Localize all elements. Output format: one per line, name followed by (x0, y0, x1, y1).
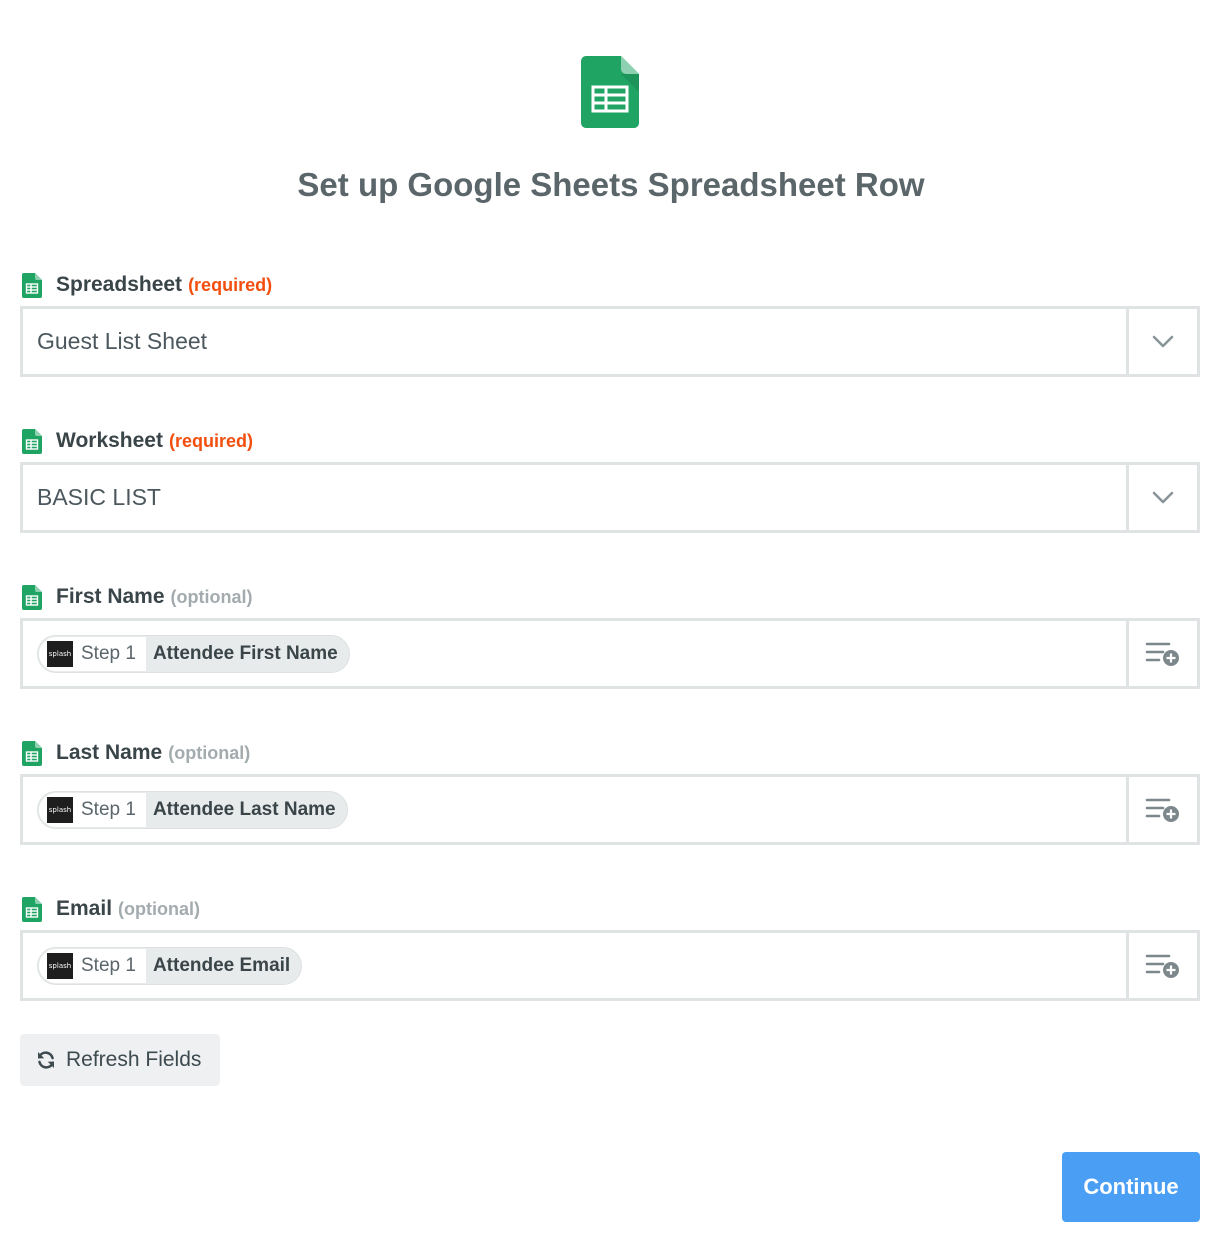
field-label-text: Email (56, 897, 113, 920)
splash-app-icon: splash (47, 953, 73, 979)
worksheet-dropdown[interactable]: BASIC LIST (20, 462, 1200, 533)
dropdown-toggle[interactable] (1126, 309, 1197, 374)
mapped-field-name: Attendee First Name (152, 643, 338, 664)
pill-step: splash Step 1 (39, 793, 146, 827)
google-sheets-logo-icon (581, 56, 639, 128)
field-label: Worksheet (required) (22, 426, 253, 456)
first-name-input[interactable]: splash Step 1 Attendee First Name (20, 618, 1200, 689)
splash-app-icon: splash (47, 641, 73, 667)
refresh-icon (38, 1051, 54, 1069)
google-sheets-icon (22, 896, 42, 922)
optional-tag: (optional) (168, 742, 251, 763)
insert-field-button[interactable] (1126, 621, 1197, 686)
field-label: Email (optional) (22, 894, 200, 924)
worksheet-selected-value: BASIC LIST (37, 484, 161, 510)
field-label-text: Spreadsheet (56, 273, 183, 296)
field-label-text: Worksheet (56, 429, 163, 452)
mapped-field-name: Attendee Last Name (152, 799, 336, 820)
google-sheets-icon (22, 428, 42, 454)
google-sheets-icon (22, 272, 42, 298)
step-label: Step 1 (81, 955, 136, 976)
spreadsheet-selected-value: Guest List Sheet (37, 328, 208, 354)
insert-field-button[interactable] (1126, 777, 1197, 842)
dropdown-toggle[interactable] (1126, 465, 1197, 530)
step-label: Step 1 (81, 799, 136, 820)
google-sheets-icon (22, 740, 42, 766)
mapped-field-name: Attendee Email (152, 955, 291, 976)
field-label: First Name (optional) (22, 582, 253, 612)
field-label-text: Last Name (56, 741, 163, 764)
insert-data-icon (1145, 954, 1179, 978)
google-sheets-icon (22, 584, 42, 610)
insert-data-icon (1145, 798, 1179, 822)
insert-data-icon (1145, 642, 1179, 666)
continue-button[interactable]: Continue (1062, 1152, 1200, 1222)
mapped-field-pill[interactable]: splash Step 1 Attendee First Name (37, 635, 350, 673)
pill-step: splash Step 1 (39, 637, 146, 671)
last-name-input[interactable]: splash Step 1 Attendee Last Name (20, 774, 1200, 845)
field-label-text: First Name (56, 585, 165, 608)
mapped-field-pill[interactable]: splash Step 1 Attendee Last Name (37, 791, 348, 829)
required-tag: (required) (188, 274, 273, 295)
page-title: Set up Google Sheets Spreadsheet Row (297, 166, 925, 203)
step-label: Step 1 (81, 643, 136, 664)
refresh-fields-label: Refresh Fields (66, 1048, 202, 1071)
chevron-down-icon (1152, 491, 1174, 503)
required-tag: (required) (168, 430, 253, 451)
chevron-down-icon (1152, 335, 1174, 347)
field-label: Last Name (optional) (22, 738, 250, 768)
email-input[interactable]: splash Step 1 Attendee Email (20, 930, 1200, 1001)
field-label: Spreadsheet (required) (22, 270, 272, 300)
refresh-fields-button[interactable]: Refresh Fields (20, 1034, 220, 1086)
insert-field-button[interactable] (1126, 933, 1197, 998)
optional-tag: (optional) (170, 586, 253, 607)
mapped-field-pill[interactable]: splash Step 1 Attendee Email (37, 947, 303, 985)
spreadsheet-dropdown[interactable]: Guest List Sheet (20, 306, 1200, 377)
pill-step: splash Step 1 (39, 949, 146, 983)
splash-app-icon: splash (47, 797, 73, 823)
optional-tag: (optional) (118, 898, 201, 919)
